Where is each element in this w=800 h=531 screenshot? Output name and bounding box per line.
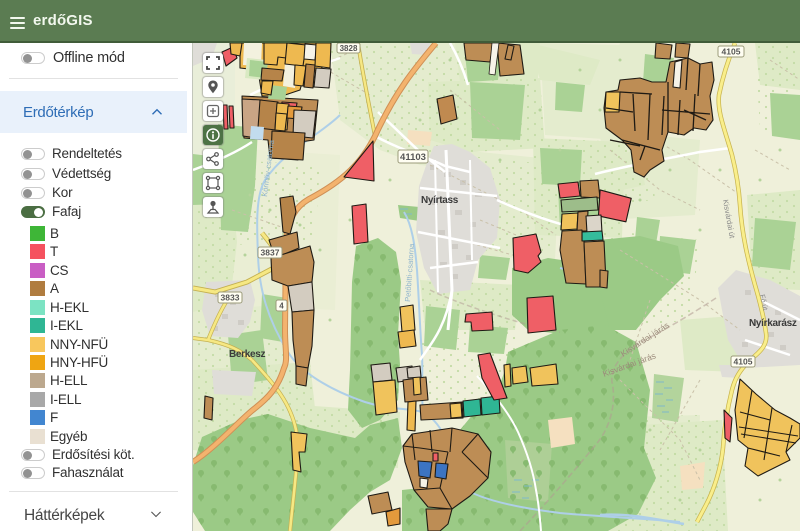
svg-text:Nyírtass: Nyírtass — [421, 195, 459, 206]
svg-text:3828: 3828 — [340, 44, 358, 53]
svg-text:Berkesz: Berkesz — [229, 349, 266, 360]
svg-text:3837: 3837 — [261, 248, 280, 258]
svg-text:41103: 41103 — [400, 152, 426, 163]
svg-text:Nyírkarász: Nyírkarász — [749, 318, 797, 329]
svg-text:4105: 4105 — [722, 47, 741, 57]
svg-text:4: 4 — [279, 302, 284, 311]
svg-text:4105: 4105 — [734, 357, 753, 367]
svg-text:3833: 3833 — [221, 293, 240, 303]
